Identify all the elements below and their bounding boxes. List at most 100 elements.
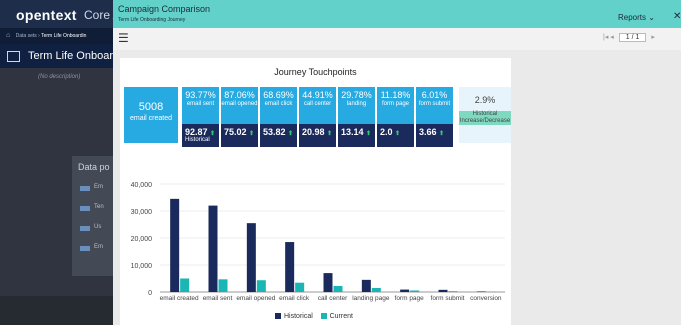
kpi-value: 87.06% — [224, 90, 255, 100]
x-tick-label: conversion — [470, 295, 502, 302]
kpi-historical: 75.02 ⬆ — [221, 124, 258, 147]
kpi-label: email opened — [221, 101, 258, 107]
kpi-value: 6.01% — [421, 90, 448, 100]
x-tick-label: email opened — [236, 295, 275, 302]
bar-historical — [438, 289, 448, 292]
arrow-up-icon: ⬆ — [288, 131, 294, 137]
arrow-up-icon: ⬆ — [249, 131, 255, 137]
kpi-historical-value: 75.02 ⬆ — [224, 127, 255, 137]
y-tick-label: 0 — [148, 290, 152, 297]
kpi-label: landing — [346, 101, 367, 107]
bottom-strip — [0, 296, 120, 325]
y-tick-label: 30,000 — [131, 209, 153, 216]
kpi-email-created: 5008 email created — [124, 87, 178, 143]
menu-icon[interactable]: ☰ — [118, 31, 129, 45]
bar-current — [295, 282, 305, 292]
kpi-label: form submit — [418, 101, 451, 107]
historical-label: Historical — [185, 137, 210, 143]
x-tick-label: email sent — [203, 295, 233, 302]
kpi-historical: 13.14 ⬆ — [338, 124, 375, 147]
arrow-up-icon: ⬆ — [210, 131, 216, 137]
panel-item-icon — [80, 206, 90, 211]
bar-historical — [476, 291, 486, 292]
x-tick-label: email created — [160, 295, 199, 302]
report-page: Journey Touchpoints 5008 email created 9… — [120, 58, 511, 325]
bar-current — [333, 285, 343, 292]
kpi-label: email created — [129, 115, 173, 122]
close-icon[interactable]: ✕ — [673, 11, 681, 22]
breadcrumb-root[interactable]: Data sets — [16, 33, 37, 39]
arrow-up-icon: ⬆ — [366, 131, 372, 137]
kpi-label: email click — [264, 101, 293, 107]
bar-historical — [400, 289, 410, 292]
arrow-up-icon: ⬆ — [395, 131, 401, 137]
legend-swatch-historical — [275, 313, 281, 320]
prev-page-icon[interactable]: ◂ — [610, 34, 614, 41]
kpi-tile: 11.18% form page — [377, 87, 414, 124]
bar-historical — [208, 205, 218, 292]
modal-header: Campaign Comparison Term Life Onboarding… — [113, 0, 681, 28]
bar-current — [256, 280, 266, 292]
panel-item-icon — [80, 246, 90, 251]
bar-historical — [170, 198, 180, 292]
kpi-historical: 2.0 ⬆ — [377, 124, 414, 147]
kpi-label: form page — [381, 101, 409, 107]
kpi-historical-value: 3.66 ⬆ — [419, 127, 445, 137]
kpi-historical-value: 53.82 ⬆ — [263, 127, 294, 137]
modal-subtitle: Term Life Onboarding Journey — [118, 17, 186, 23]
x-tick-label: landing page — [352, 295, 390, 302]
kpi-label: email sent — [186, 101, 215, 107]
kpi-historical-change: 2.9% Historical Increase/Decrease — [459, 87, 511, 143]
bar-current — [448, 291, 458, 292]
bar-historical — [246, 223, 256, 292]
breadcrumb: ⌂ Data sets › Term Life Onboardin — [0, 28, 116, 44]
panel-item[interactable]: Em — [94, 244, 103, 250]
panel-item-icon — [80, 226, 90, 231]
arrow-up-icon: ⬆ — [327, 131, 333, 137]
panel-heading: Data po — [78, 162, 110, 172]
legend-swatch-current — [320, 313, 327, 320]
breadcrumb-current: Term Life Onboardin — [41, 33, 87, 39]
kpi-label: Historical Increase/Decrease — [459, 111, 511, 125]
x-tick-label: email click — [279, 295, 310, 302]
modal-title: Campaign Comparison — [118, 4, 211, 14]
kpi-value: 11.18% — [380, 90, 411, 100]
kpi-historical: 20.98 ⬆ — [299, 124, 336, 147]
kpi-historical-value: 2.0 ⬆ — [380, 127, 401, 137]
dataset-description: (No description) — [38, 74, 81, 80]
kpi-value: 5008 — [138, 101, 164, 113]
kpi-historical: 92.87 ⬆ Historical — [182, 124, 219, 147]
panel-item[interactable]: Us — [94, 224, 101, 230]
kpi-historical-value: 92.87 ⬆ — [185, 127, 216, 137]
bar-historical — [285, 242, 295, 292]
kpi-value: 2.9% — [474, 95, 496, 105]
panel-item[interactable]: Ten — [94, 204, 104, 210]
home-icon[interactable]: ⌂ — [6, 32, 10, 39]
next-page-icon[interactable]: ▸ — [651, 34, 655, 41]
chevron-down-icon: ⌄ — [648, 13, 655, 22]
bar-historical — [323, 273, 333, 292]
first-page-icon[interactable]: |◂ — [603, 34, 608, 41]
pager: |◂ ◂ 1 / 1 ▸ — [603, 33, 655, 42]
panel-item[interactable]: Em — [94, 184, 103, 190]
kpi-value: 93.77% — [185, 90, 216, 100]
reports-dropdown[interactable]: Reports ⌄ — [618, 13, 655, 22]
report-title: Journey Touchpoints — [274, 67, 357, 77]
chart-legend: Historical Current — [275, 313, 353, 320]
y-tick-label: 20,000 — [131, 236, 153, 243]
kpi-tile: 44.91% call center — [299, 87, 336, 124]
legend-historical: Historical — [284, 313, 313, 320]
kpi-tile: 68.69% email click — [260, 87, 297, 124]
legend-current: Current — [329, 313, 353, 320]
app-logo: opentext — [16, 7, 77, 23]
dataset-title: Term Life Onboar — [28, 50, 113, 62]
y-tick-label: 40,000 — [131, 182, 153, 189]
panel-item-icon — [80, 186, 90, 191]
kpi-tile: 93.77% email sent — [182, 87, 219, 124]
kpi-historical: 3.66 ⬆ — [416, 124, 453, 147]
kpi-label: call center — [303, 101, 332, 107]
x-tick-label: form page — [395, 295, 425, 302]
x-tick-label: call center — [318, 295, 348, 302]
page-indicator[interactable]: 1 / 1 — [618, 33, 647, 42]
dataset-icon — [7, 50, 20, 62]
